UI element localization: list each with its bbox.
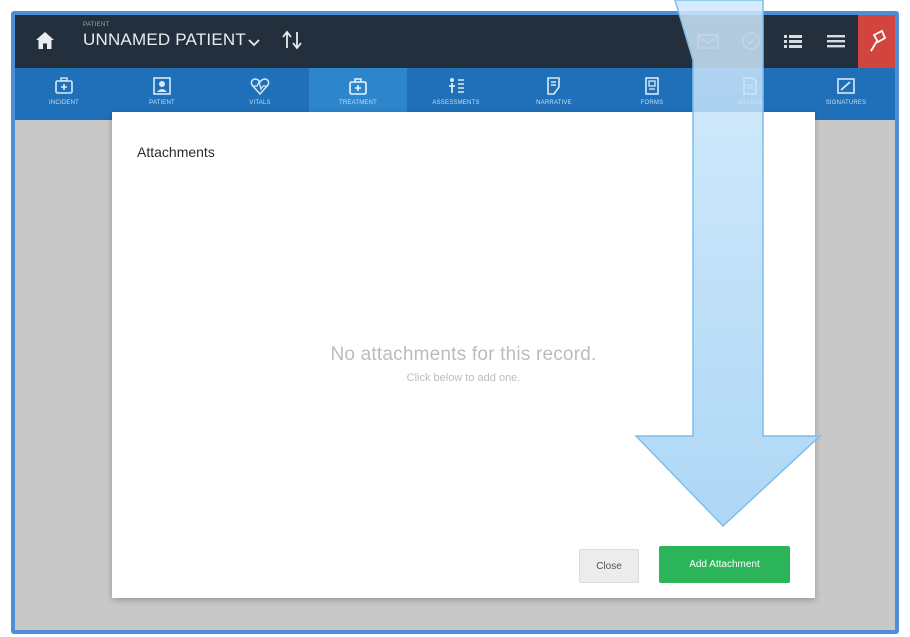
nav-label: SIGNATURES — [825, 100, 867, 106]
nav-label: ASSESSMENTS — [432, 100, 480, 106]
nav-item-incident[interactable]: INCIDENT — [15, 68, 113, 120]
nav-label: VITALS — [249, 100, 271, 106]
patient-icon — [153, 77, 171, 95]
nav-label: TREATMENT — [338, 100, 378, 106]
check-circle-icon[interactable] — [738, 29, 764, 53]
empty-state-title: No attachments for this record. — [330, 344, 597, 365]
hamburger-menu-icon[interactable] — [823, 29, 849, 53]
patient-caption: PATIENT — [83, 22, 110, 28]
vitals-icon — [250, 78, 270, 96]
incident-icon — [55, 77, 73, 94]
attachments-dialog: Attachments No attachments for this reco… — [112, 112, 815, 598]
nav-label: INCIDENT — [49, 100, 79, 106]
dialog-title: Attachments — [137, 144, 215, 160]
top-bar: PATIENT UNNAMED PATIENT — [15, 15, 895, 68]
list-icon[interactable] — [780, 29, 806, 53]
nav-label: PATIENT — [149, 100, 175, 106]
forms-icon — [645, 77, 659, 95]
pin-icon — [870, 29, 887, 52]
sort-icon[interactable] — [280, 29, 306, 51]
nav-label: FORMS — [640, 100, 664, 106]
signatures-icon — [837, 78, 855, 94]
add-attachment-button[interactable]: Add Attachment — [659, 546, 790, 583]
nav-label: BILLING — [737, 100, 763, 106]
billing-icon — [743, 77, 757, 95]
nav-label: NARRATIVE — [536, 100, 572, 106]
treatment-icon — [349, 78, 367, 95]
chevron-down-icon[interactable] — [247, 37, 261, 49]
assessments-icon — [449, 78, 464, 93]
app-frame: PATIENT UNNAMED PATIENT INCIDENT PATIENT… — [11, 11, 899, 634]
close-button[interactable]: Close — [579, 549, 639, 583]
home-icon[interactable] — [33, 29, 57, 53]
narrative-icon — [547, 77, 560, 95]
patient-name[interactable]: UNNAMED PATIENT — [83, 30, 246, 50]
message-icon[interactable] — [695, 29, 721, 53]
empty-state-subtitle: Click below to add one. — [406, 372, 521, 384]
alert-button[interactable] — [858, 15, 895, 68]
